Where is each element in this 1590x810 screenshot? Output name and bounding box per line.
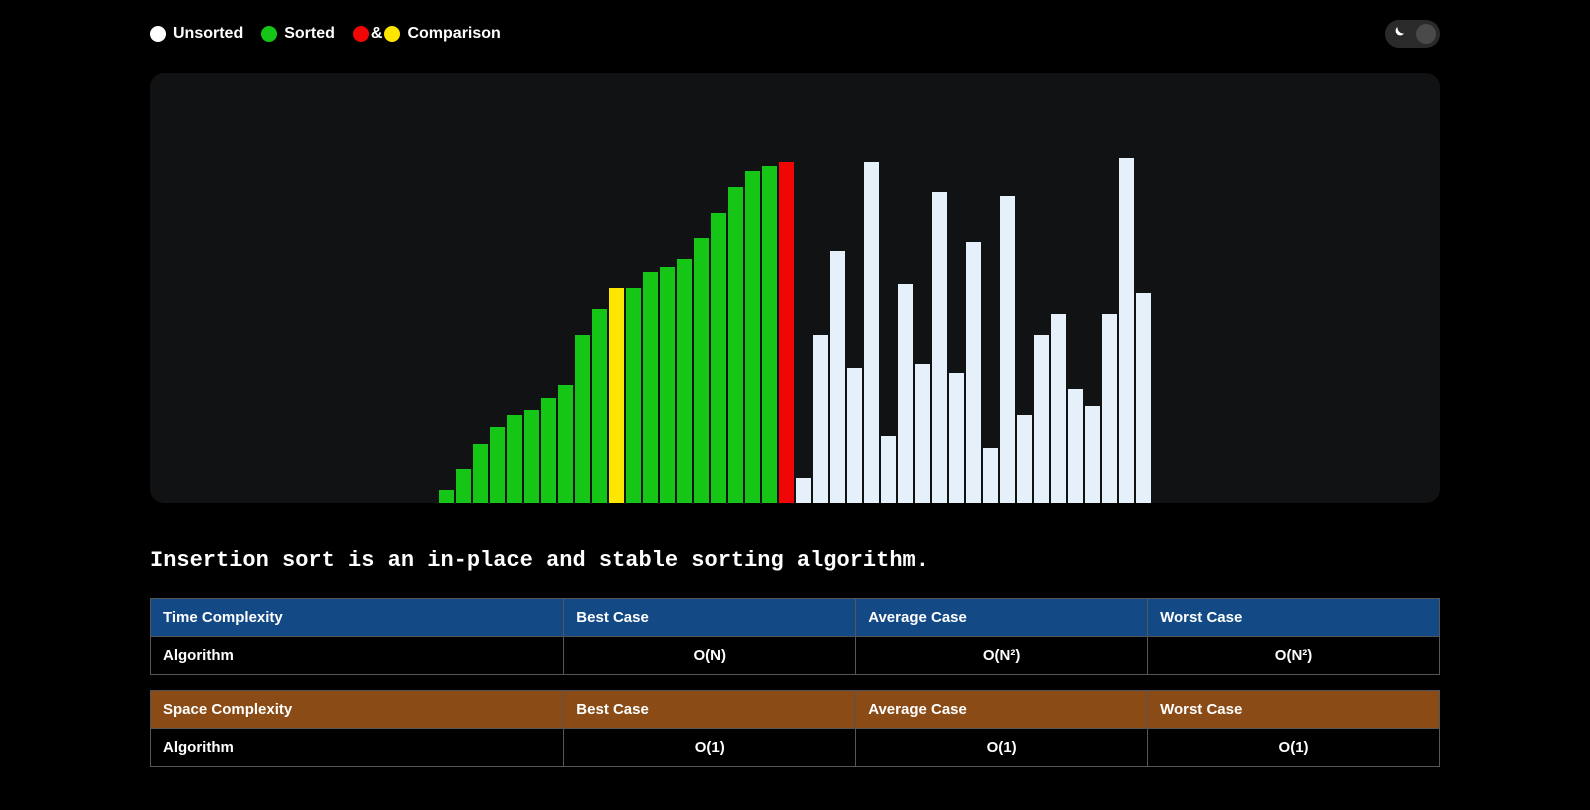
sorting-chart (150, 73, 1440, 503)
legend-item-unsorted: Unsorted (150, 25, 243, 43)
bar (1136, 293, 1151, 503)
space-row-label: Algorithm (151, 729, 564, 767)
legend-label-comparison: Comparison (407, 25, 500, 43)
bar (643, 272, 658, 503)
time-avg: O(N²) (856, 637, 1148, 675)
bar (439, 490, 454, 503)
time-header-avg: Average Case (856, 599, 1148, 637)
bar (609, 288, 624, 503)
space-avg: O(1) (856, 729, 1148, 767)
bar (660, 267, 675, 503)
dot-unsorted-icon (150, 26, 166, 42)
legend-item-comparison: & Comparison (353, 25, 501, 43)
bar (949, 373, 964, 503)
space-worst: O(1) (1148, 729, 1440, 767)
legend-ampersand: & (371, 25, 383, 43)
bar (1034, 335, 1049, 503)
toggle-knob (1416, 24, 1436, 44)
space-best: O(1) (564, 729, 856, 767)
table-row: Algorithm O(1) O(1) O(1) (151, 729, 1440, 767)
bar (677, 259, 692, 503)
time-complexity-table: Time Complexity Best Case Average Case W… (150, 598, 1440, 675)
bar (490, 427, 505, 503)
bar (575, 335, 590, 503)
bar (779, 162, 794, 503)
space-header-avg: Average Case (856, 691, 1148, 729)
table-row: Algorithm O(N) O(N²) O(N²) (151, 637, 1440, 675)
dot-comparison-red-icon (353, 26, 369, 42)
space-complexity-table: Space Complexity Best Case Average Case … (150, 690, 1440, 767)
bar (796, 478, 811, 503)
theme-toggle[interactable] (1385, 20, 1440, 48)
bar (694, 238, 709, 503)
bar (541, 398, 556, 503)
space-header-best: Best Case (564, 691, 856, 729)
bar (966, 242, 981, 503)
table-header-row: Space Complexity Best Case Average Case … (151, 691, 1440, 729)
bar (1102, 314, 1117, 503)
bar (762, 166, 777, 503)
bar (1017, 415, 1032, 503)
legend-label-unsorted: Unsorted (173, 25, 243, 43)
space-title: Space Complexity (151, 691, 564, 729)
bar (847, 368, 862, 503)
time-best: O(N) (564, 637, 856, 675)
bar (507, 415, 522, 503)
legend: Unsorted Sorted & Comparison (150, 25, 501, 43)
dot-comparison-yellow-icon (384, 26, 400, 42)
bar (983, 448, 998, 503)
table-header-row: Time Complexity Best Case Average Case W… (151, 599, 1440, 637)
bar (932, 192, 947, 503)
bar (813, 335, 828, 503)
time-title: Time Complexity (151, 599, 564, 637)
bar (1119, 158, 1134, 503)
bar (711, 213, 726, 503)
legend-item-sorted: Sorted (261, 25, 335, 43)
legend-label-sorted: Sorted (284, 25, 335, 43)
bar (728, 187, 743, 503)
bar (881, 436, 896, 503)
bar (1085, 406, 1100, 503)
bar (745, 171, 760, 503)
time-header-worst: Worst Case (1148, 599, 1440, 637)
bar-container (439, 73, 1151, 503)
bar (524, 410, 539, 503)
bar (626, 288, 641, 503)
time-worst: O(N²) (1148, 637, 1440, 675)
time-row-label: Algorithm (151, 637, 564, 675)
bar (1000, 196, 1015, 503)
bar (915, 364, 930, 503)
bar (1051, 314, 1066, 503)
bar (473, 444, 488, 503)
algorithm-description: Insertion sort is an in-place and stable… (150, 548, 1440, 573)
bar (558, 385, 573, 503)
dot-sorted-icon (261, 26, 277, 42)
bar (456, 469, 471, 503)
bar (592, 309, 607, 503)
top-bar: Unsorted Sorted & Comparison (150, 20, 1440, 48)
bar (864, 162, 879, 503)
bar (1068, 389, 1083, 503)
bar (830, 251, 845, 503)
bar (898, 284, 913, 503)
time-header-best: Best Case (564, 599, 856, 637)
space-header-worst: Worst Case (1148, 691, 1440, 729)
moon-icon (1390, 25, 1406, 44)
complexity-tables: Time Complexity Best Case Average Case W… (150, 598, 1440, 767)
